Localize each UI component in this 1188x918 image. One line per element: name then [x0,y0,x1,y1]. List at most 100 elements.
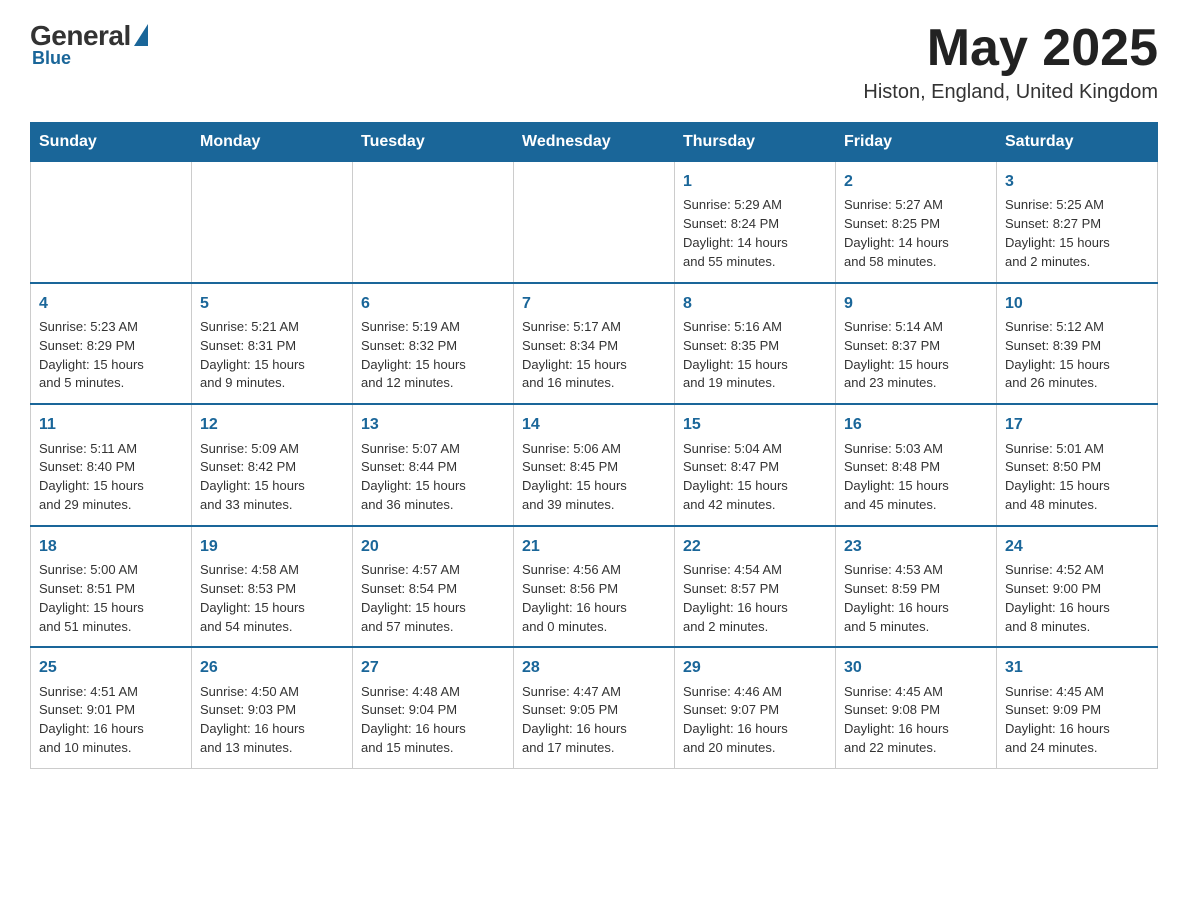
calendar-day-cell: 20 Sunrise: 4:57 AM Sunset: 8:54 PM Dayli… [353,526,514,648]
calendar-day-cell: 13 Sunrise: 5:07 AM Sunset: 8:44 PM Dayli… [353,404,514,526]
calendar-day-cell: 6Sunrise: 5:19 AM Sunset: 8:32 PM Daylig… [353,283,514,405]
day-info: Sunrise: 5:23 AM Sunset: 8:29 PM Dayligh… [39,318,183,393]
day-number: 20 [361,535,505,558]
day-of-week-header: Wednesday [514,123,675,162]
day-info: Sunrise: 5:12 AM Sunset: 8:39 PM Dayligh… [1005,318,1149,393]
day-of-week-header: Tuesday [353,123,514,162]
day-number: 13 [361,413,505,436]
calendar-day-cell: 16 Sunrise: 5:03 AM Sunset: 8:48 PM Dayli… [836,404,997,526]
calendar-day-cell: 7Sunrise: 5:17 AM Sunset: 8:34 PM Daylig… [514,283,675,405]
calendar-day-cell: 26Sunrise: 4:50 AM Sunset: 9:03 PM Dayli… [192,647,353,768]
day-info: Sunrise: 4:52 AM Sunset: 9:00 PM Dayligh… [1005,561,1149,636]
calendar-week-row: 18 Sunrise: 5:00 AM Sunset: 8:51 PM Dayli… [31,526,1158,648]
day-number: 31 [1005,656,1149,679]
day-info: Sunrise: 4:54 AM Sunset: 8:57 PM Dayligh… [683,561,827,636]
day-number: 23 [844,535,988,558]
day-of-week-header: Friday [836,123,997,162]
calendar-day-cell: 18 Sunrise: 5:00 AM Sunset: 8:51 PM Dayli… [31,526,192,648]
day-number: 15 [683,413,827,436]
calendar-day-cell: 25 Sunrise: 4:51 AM Sunset: 9:01 PM Dayli… [31,647,192,768]
day-info: Sunrise: 4:46 AM Sunset: 9:07 PM Dayligh… [683,683,827,758]
calendar-day-cell: 27 Sunrise: 4:48 AM Sunset: 9:04 PM Dayli… [353,647,514,768]
day-info: Sunrise: 4:57 AM Sunset: 8:54 PM Dayligh… [361,561,505,636]
day-info: Sunrise: 5:07 AM Sunset: 8:44 PM Dayligh… [361,440,505,515]
day-number: 9 [844,292,988,315]
day-number: 14 [522,413,666,436]
day-number: 10 [1005,292,1149,315]
calendar-week-row: 25 Sunrise: 4:51 AM Sunset: 9:01 PM Dayli… [31,647,1158,768]
calendar-day-cell: 22 Sunrise: 4:54 AM Sunset: 8:57 PM Dayli… [675,526,836,648]
calendar-day-cell: 29Sunrise: 4:46 AM Sunset: 9:07 PM Dayli… [675,647,836,768]
calendar-title: May 2025 [863,20,1158,77]
logo-triangle-icon [134,24,148,46]
day-info: Sunrise: 5:11 AM Sunset: 8:40 PM Dayligh… [39,440,183,515]
day-info: Sunrise: 5:00 AM Sunset: 8:51 PM Dayligh… [39,561,183,636]
day-number: 25 [39,656,183,679]
day-number: 11 [39,413,183,436]
day-number: 1 [683,170,827,193]
day-info: Sunrise: 5:14 AM Sunset: 8:37 PM Dayligh… [844,318,988,393]
day-number: 12 [200,413,344,436]
day-info: Sunrise: 5:25 AM Sunset: 8:27 PM Dayligh… [1005,196,1149,271]
calendar-week-row: 1 Sunrise: 5:29 AM Sunset: 8:24 PM Daylig… [31,162,1158,283]
day-info: Sunrise: 5:19 AM Sunset: 8:32 PM Dayligh… [361,318,505,393]
calendar-header-row: SundayMondayTuesdayWednesdayThursdayFrid… [31,123,1158,162]
calendar-day-cell: 24 Sunrise: 4:52 AM Sunset: 9:00 PM Dayli… [997,526,1158,648]
day-number: 16 [844,413,988,436]
calendar-table: SundayMondayTuesdayWednesdayThursdayFrid… [30,122,1158,769]
day-number: 18 [39,535,183,558]
logo-blue-text: Blue [32,48,71,69]
calendar-week-row: 4Sunrise: 5:23 AM Sunset: 8:29 PM Daylig… [31,283,1158,405]
day-info: Sunrise: 4:48 AM Sunset: 9:04 PM Dayligh… [361,683,505,758]
day-info: Sunrise: 5:29 AM Sunset: 8:24 PM Dayligh… [683,196,827,271]
day-info: Sunrise: 5:09 AM Sunset: 8:42 PM Dayligh… [200,440,344,515]
day-info: Sunrise: 4:53 AM Sunset: 8:59 PM Dayligh… [844,561,988,636]
calendar-subtitle: Histon, England, United Kingdom [863,81,1158,104]
day-info: Sunrise: 4:58 AM Sunset: 8:53 PM Dayligh… [200,561,344,636]
day-of-week-header: Monday [192,123,353,162]
day-of-week-header: Thursday [675,123,836,162]
day-number: 3 [1005,170,1149,193]
calendar-day-cell: 10 Sunrise: 5:12 AM Sunset: 8:39 PM Dayli… [997,283,1158,405]
day-number: 26 [200,656,344,679]
calendar-day-cell: 19 Sunrise: 4:58 AM Sunset: 8:53 PM Dayli… [192,526,353,648]
calendar-day-cell: 5Sunrise: 5:21 AM Sunset: 8:31 PM Daylig… [192,283,353,405]
day-number: 27 [361,656,505,679]
calendar-day-cell: 3 Sunrise: 5:25 AM Sunset: 8:27 PM Daylig… [997,162,1158,283]
day-info: Sunrise: 5:04 AM Sunset: 8:47 PM Dayligh… [683,440,827,515]
day-info: Sunrise: 4:47 AM Sunset: 9:05 PM Dayligh… [522,683,666,758]
calendar-day-cell [353,162,514,283]
day-info: Sunrise: 5:06 AM Sunset: 8:45 PM Dayligh… [522,440,666,515]
calendar-day-cell: 1 Sunrise: 5:29 AM Sunset: 8:24 PM Daylig… [675,162,836,283]
calendar-day-cell: 17 Sunrise: 5:01 AM Sunset: 8:50 PM Dayli… [997,404,1158,526]
calendar-day-cell: 2Sunrise: 5:27 AM Sunset: 8:25 PM Daylig… [836,162,997,283]
calendar-day-cell: 8 Sunrise: 5:16 AM Sunset: 8:35 PM Daylig… [675,283,836,405]
calendar-day-cell: 4Sunrise: 5:23 AM Sunset: 8:29 PM Daylig… [31,283,192,405]
calendar-day-cell [31,162,192,283]
day-info: Sunrise: 4:51 AM Sunset: 9:01 PM Dayligh… [39,683,183,758]
page-header: General Blue May 2025 Histon, England, U… [30,20,1158,104]
day-info: Sunrise: 5:27 AM Sunset: 8:25 PM Dayligh… [844,196,988,271]
calendar-day-cell: 30Sunrise: 4:45 AM Sunset: 9:08 PM Dayli… [836,647,997,768]
logo: General Blue [30,20,148,69]
day-number: 28 [522,656,666,679]
calendar-day-cell: 9 Sunrise: 5:14 AM Sunset: 8:37 PM Daylig… [836,283,997,405]
day-number: 5 [200,292,344,315]
day-number: 19 [200,535,344,558]
calendar-day-cell: 12 Sunrise: 5:09 AM Sunset: 8:42 PM Dayli… [192,404,353,526]
day-info: Sunrise: 5:16 AM Sunset: 8:35 PM Dayligh… [683,318,827,393]
day-info: Sunrise: 5:17 AM Sunset: 8:34 PM Dayligh… [522,318,666,393]
day-of-week-header: Saturday [997,123,1158,162]
calendar-day-cell [192,162,353,283]
day-number: 22 [683,535,827,558]
calendar-day-cell: 11 Sunrise: 5:11 AM Sunset: 8:40 PM Dayli… [31,404,192,526]
day-number: 24 [1005,535,1149,558]
day-info: Sunrise: 5:03 AM Sunset: 8:48 PM Dayligh… [844,440,988,515]
day-number: 30 [844,656,988,679]
calendar-day-cell [514,162,675,283]
day-number: 17 [1005,413,1149,436]
day-number: 8 [683,292,827,315]
day-info: Sunrise: 5:01 AM Sunset: 8:50 PM Dayligh… [1005,440,1149,515]
day-of-week-header: Sunday [31,123,192,162]
day-info: Sunrise: 4:45 AM Sunset: 9:09 PM Dayligh… [1005,683,1149,758]
